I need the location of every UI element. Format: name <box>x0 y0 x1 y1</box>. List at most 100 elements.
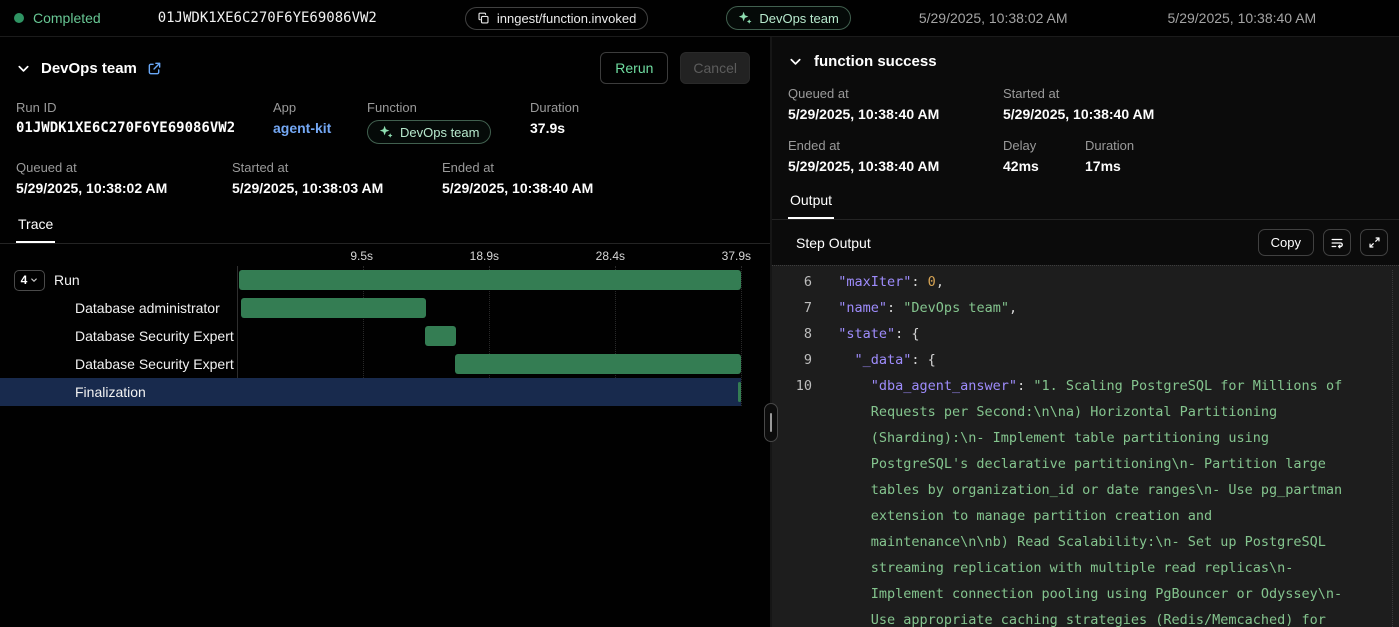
queued-at-label: Queued at <box>16 160 232 175</box>
line-number: 6 <box>772 269 812 295</box>
trace-row-label: Database Security Expert <box>0 356 237 372</box>
collapse-step-chevron-icon[interactable] <box>788 54 803 69</box>
line-number: 10 <box>772 373 812 627</box>
cancel-button: Cancel <box>680 52 750 84</box>
code-line-text: "maxIter": 0, <box>812 269 1399 295</box>
copy-icon <box>477 12 490 25</box>
topbar-run-id: 01JWDK1XE6C270F6YE69086VW2 <box>158 10 377 26</box>
trace-row-label: Finalization <box>0 384 237 400</box>
status-label: Completed <box>33 10 101 26</box>
trace-row-label: 4Run <box>0 270 237 291</box>
word-wrap-icon <box>1330 236 1344 250</box>
panel-resize-handle[interactable] <box>764 403 778 442</box>
expand-steps-dropdown[interactable]: 4 <box>14 270 45 291</box>
step-output-title: Step Output <box>796 235 871 251</box>
trace-row[interactable]: Database Security Expert <box>0 322 741 350</box>
function-value-badge[interactable]: DevOps team <box>367 120 491 144</box>
expand-icon <box>1368 236 1381 249</box>
step-ended-label: Ended at <box>788 138 1003 153</box>
function-value-label: DevOps team <box>400 125 479 140</box>
sparkles-icon <box>738 11 752 25</box>
run-id-value: 01JWDK1XE6C270F6YE69086VW2 <box>16 120 273 136</box>
step-title: function success <box>814 53 937 70</box>
step-duration-value: 17ms <box>1085 158 1134 174</box>
trace-row[interactable]: Database administrator <box>0 294 741 322</box>
trace-row[interactable]: Finalization <box>0 378 741 406</box>
run-id-label: Run ID <box>16 100 273 115</box>
step-started-label: Started at <box>1003 86 1154 101</box>
trace-span-bar[interactable] <box>738 382 741 402</box>
trace-row-label: Database Security Expert <box>0 328 237 344</box>
ended-at-label: Ended at <box>442 160 593 175</box>
trace-row-timeline <box>237 378 741 406</box>
trace-row-label: Database administrator <box>0 300 237 316</box>
event-badge[interactable]: inngest/function.invoked <box>465 7 648 30</box>
trace-row-timeline <box>237 266 741 294</box>
trace-span-bar[interactable] <box>241 298 426 318</box>
code-line-text: "name": "DevOps team", <box>812 295 1399 321</box>
trace-span-bar[interactable] <box>455 354 741 374</box>
tab-output[interactable]: Output <box>788 188 834 219</box>
topbar-queued-timestamp: 5/29/2025, 10:38:02 AM <box>919 10 1068 26</box>
step-tabs: Output <box>772 188 1399 220</box>
duration-value: 37.9s <box>530 120 579 136</box>
trace-row-timeline <box>237 350 741 378</box>
started-at-value: 5/29/2025, 10:38:03 AM <box>232 180 442 196</box>
trace-time-axis: 9.5s18.9s28.4s37.9s <box>237 248 741 266</box>
trace-row-timeline <box>237 322 741 350</box>
step-ended-value: 5/29/2025, 10:38:40 AM <box>788 158 1003 174</box>
function-label: Function <box>367 100 530 115</box>
app-link[interactable]: agent-kit <box>273 120 331 136</box>
trace-row-timeline <box>237 294 741 322</box>
step-duration-label: Duration <box>1085 138 1134 153</box>
trace-row[interactable]: 4Run <box>0 266 741 294</box>
app-window: Completed 01JWDK1XE6C270F6YE69086VW2 inn… <box>0 0 1399 627</box>
line-number: 8 <box>772 321 812 347</box>
word-wrap-button[interactable] <box>1323 229 1351 256</box>
trace-span-bar[interactable] <box>239 270 741 290</box>
code-line-text: "_data": { <box>812 347 1399 373</box>
started-at-label: Started at <box>232 160 442 175</box>
code-line-text: "state": { <box>812 321 1399 347</box>
app-label: App <box>273 100 367 115</box>
expand-count: 4 <box>21 273 28 287</box>
code-line: 7"name": "DevOps team", <box>772 295 1399 321</box>
code-line: 8"state": { <box>772 321 1399 347</box>
line-number: 9 <box>772 347 812 373</box>
external-link-icon[interactable] <box>147 61 162 76</box>
axis-tick-label: 9.5s <box>350 249 373 263</box>
trace-span-bar[interactable] <box>425 326 457 346</box>
sparkles-icon <box>379 125 393 139</box>
code-line: 6"maxIter": 0, <box>772 269 1399 295</box>
run-title: DevOps team <box>41 60 137 77</box>
chevron-down-icon <box>30 276 38 284</box>
step-output-code[interactable]: 6"maxIter": 0,7"name": "DevOps team",8"s… <box>772 265 1399 627</box>
queued-at-value: 5/29/2025, 10:38:02 AM <box>16 180 232 196</box>
ended-at-value: 5/29/2025, 10:38:40 AM <box>442 180 593 196</box>
axis-tick-label: 18.9s <box>470 249 499 263</box>
step-details-panel: function success Queued at 5/29/2025, 10… <box>770 37 1399 627</box>
tab-trace[interactable]: Trace <box>16 212 55 243</box>
topbar: Completed 01JWDK1XE6C270F6YE69086VW2 inn… <box>0 0 1399 37</box>
axis-tick-label: 37.9s <box>722 249 751 263</box>
step-queued-label: Queued at <box>788 86 1003 101</box>
code-line: 9"_data": { <box>772 347 1399 373</box>
line-number: 7 <box>772 295 812 321</box>
step-delay-label: Delay <box>1003 138 1085 153</box>
topbar-ended-timestamp: 5/29/2025, 10:38:40 AM <box>1168 10 1317 26</box>
code-line-text: "dba_agent_answer": "1. Scaling PostgreS… <box>812 373 1399 627</box>
step-started-value: 5/29/2025, 10:38:40 AM <box>1003 106 1154 122</box>
function-badge[interactable]: DevOps team <box>726 6 850 30</box>
trace-row[interactable]: Database Security Expert <box>0 350 741 378</box>
run-details-panel: DevOps team Rerun Cancel Run ID 01JWDK1X… <box>0 37 770 627</box>
expand-button[interactable] <box>1360 229 1388 256</box>
code-line: 10"dba_agent_answer": "1. Scaling Postgr… <box>772 373 1399 627</box>
rerun-button[interactable]: Rerun <box>600 52 668 84</box>
run-status: Completed <box>14 10 101 26</box>
step-delay-value: 42ms <box>1003 158 1085 174</box>
collapse-run-chevron-icon[interactable] <box>16 61 31 76</box>
function-badge-label: DevOps team <box>759 11 838 26</box>
status-dot-icon <box>14 13 24 23</box>
duration-label: Duration <box>530 100 579 115</box>
copy-button[interactable]: Copy <box>1258 229 1314 256</box>
